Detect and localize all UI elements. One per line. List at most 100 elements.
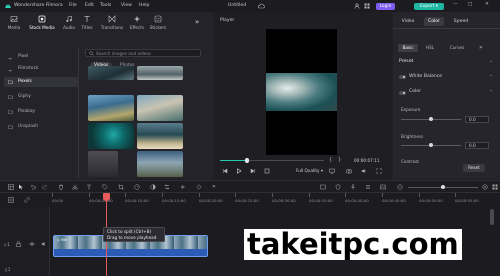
- tag-icon[interactable]: [102, 184, 108, 190]
- white-balance-toggle[interactable]: [399, 75, 406, 79]
- layout-icon[interactable]: [8, 184, 14, 190]
- shield-icon[interactable]: [335, 184, 341, 190]
- render-icon[interactable]: [320, 184, 326, 190]
- playback-progress[interactable]: [220, 158, 324, 163]
- list-icon[interactable]: [365, 184, 371, 190]
- crop-icon[interactable]: [118, 184, 124, 190]
- more-icon[interactable]: »: [479, 44, 483, 51]
- microphone-icon[interactable]: [350, 184, 356, 190]
- tab-speed[interactable]: Speed: [449, 17, 473, 26]
- export-button[interactable]: Export ▾: [414, 2, 444, 10]
- tab-transitions[interactable]: Transitions: [98, 15, 126, 30]
- nav-item-giphy[interactable]: Giphy: [4, 92, 78, 102]
- menu-tools[interactable]: Tools: [100, 3, 111, 8]
- nav-item-filmstock[interactable]: → Filmstock: [4, 64, 78, 74]
- maximize-icon[interactable]: □: [468, 2, 472, 7]
- zoom-out-icon[interactable]: [397, 184, 403, 190]
- speaker-icon[interactable]: [41, 241, 47, 247]
- timeline-scrollbar[interactable]: [490, 209, 494, 225]
- color-match-icon[interactable]: [150, 184, 156, 190]
- time-ruler[interactable]: 00:00 00:00:05:00 00:00:10:00 00:00:15:00 00…: [52, 193, 492, 205]
- stop-icon[interactable]: [264, 168, 270, 174]
- search-placeholder: Search images and videos: [96, 51, 152, 57]
- chevron-down-icon[interactable]: ⌄: [489, 73, 493, 78]
- snapshot-icon[interactable]: [346, 168, 352, 174]
- play-icon[interactable]: [236, 168, 242, 174]
- tab-stickers[interactable]: Stickers: [147, 15, 169, 30]
- lock-icon[interactable]: [16, 241, 21, 247]
- grid-view-icon[interactable]: [492, 184, 498, 190]
- nav-item-pixabay[interactable]: Pixabay: [4, 107, 78, 117]
- audio-wave-icon[interactable]: [180, 184, 186, 190]
- minimize-icon[interactable]: —: [453, 2, 458, 7]
- subtab-hsl[interactable]: HSL: [421, 44, 439, 52]
- stock-thumbnail[interactable]: [88, 123, 134, 149]
- close-icon[interactable]: ✕: [485, 2, 489, 7]
- login-button[interactable]: Login: [376, 2, 395, 10]
- split-icon[interactable]: [72, 184, 78, 190]
- stock-thumbnail[interactable]: [137, 66, 183, 80]
- exposure-value[interactable]: 0.0: [465, 116, 489, 123]
- step-back-icon[interactable]: [222, 168, 228, 174]
- tab-stock-media[interactable]: Stock Media: [26, 15, 58, 30]
- subtab-basic[interactable]: Basic: [398, 44, 418, 52]
- menu-edit[interactable]: Edit: [85, 3, 94, 8]
- white-balance-label: White Balance: [409, 74, 443, 79]
- zoom-in-icon[interactable]: [482, 184, 488, 190]
- tab-media[interactable]: Media: [3, 15, 25, 30]
- tab-video[interactable]: Video: [397, 17, 419, 26]
- eye-icon[interactable]: [29, 241, 35, 247]
- more-tools-icon[interactable]: »: [212, 183, 216, 190]
- redo-icon[interactable]: [42, 184, 48, 190]
- speed-icon[interactable]: [134, 184, 140, 190]
- color-toggle[interactable]: [399, 91, 406, 95]
- cloud-icon[interactable]: [258, 3, 265, 9]
- stock-thumbnail[interactable]: [137, 95, 183, 121]
- playhead-handle[interactable]: [103, 193, 110, 201]
- stock-thumbnail[interactable]: [88, 151, 118, 177]
- add-track-icon[interactable]: [8, 197, 14, 203]
- stock-thumbnail[interactable]: [88, 95, 134, 121]
- search-field[interactable]: Search images and videos: [85, 49, 201, 57]
- image-icon[interactable]: [380, 184, 386, 190]
- reset-button[interactable]: Reset: [463, 164, 485, 172]
- progress-knob[interactable]: [244, 158, 250, 163]
- subtab-curves[interactable]: Curves: [445, 44, 469, 52]
- tab-titles[interactable]: Titles: [76, 15, 98, 30]
- pointer-icon[interactable]: [18, 184, 24, 190]
- link-icon[interactable]: [24, 197, 30, 203]
- tab-color[interactable]: Color: [424, 17, 444, 26]
- exposure-knob[interactable]: [429, 117, 433, 122]
- stock-thumbnail[interactable]: [88, 66, 134, 80]
- mark-out-icon[interactable]: }: [338, 157, 341, 163]
- chevron-down-icon[interactable]: ⌄: [489, 59, 493, 64]
- step-forward-icon[interactable]: [250, 168, 256, 174]
- stock-thumbnail[interactable]: [137, 151, 183, 177]
- nav-item-pixel[interactable]: → Pixel: [4, 52, 78, 62]
- tab-effects[interactable]: Effects: [126, 15, 148, 30]
- stock-thumbnail[interactable]: [137, 123, 183, 149]
- fullscreen-icon[interactable]: [376, 168, 382, 174]
- user-icon[interactable]: [354, 3, 360, 9]
- volume-icon[interactable]: [361, 168, 367, 174]
- delete-icon[interactable]: [58, 184, 64, 190]
- brightness-knob[interactable]: [429, 143, 433, 148]
- grid-icon[interactable]: [364, 3, 370, 9]
- nav-item-pexels[interactable]: Pexels: [4, 77, 78, 87]
- brightness-value[interactable]: 0.0: [465, 142, 489, 149]
- preview-canvas[interactable]: [266, 29, 337, 155]
- menu-help[interactable]: Help: [139, 3, 149, 8]
- keyframe-icon[interactable]: [196, 184, 202, 190]
- adjust-icon[interactable]: [164, 184, 170, 190]
- expand-panel-icon[interactable]: »: [195, 18, 199, 26]
- menu-file[interactable]: File: [69, 3, 77, 8]
- text-tool-icon[interactable]: [86, 184, 92, 190]
- undo-icon[interactable]: [30, 184, 36, 190]
- zoom-knob[interactable]: [441, 185, 445, 190]
- menu-view[interactable]: View: [121, 3, 132, 8]
- quality-select[interactable]: Full Quality ▾: [296, 168, 323, 173]
- mark-in-icon[interactable]: {: [329, 157, 332, 163]
- chevron-down-icon[interactable]: ⌄: [489, 88, 493, 93]
- nav-item-unsplash[interactable]: Unsplash: [4, 122, 78, 132]
- monitor-icon[interactable]: [329, 168, 335, 174]
